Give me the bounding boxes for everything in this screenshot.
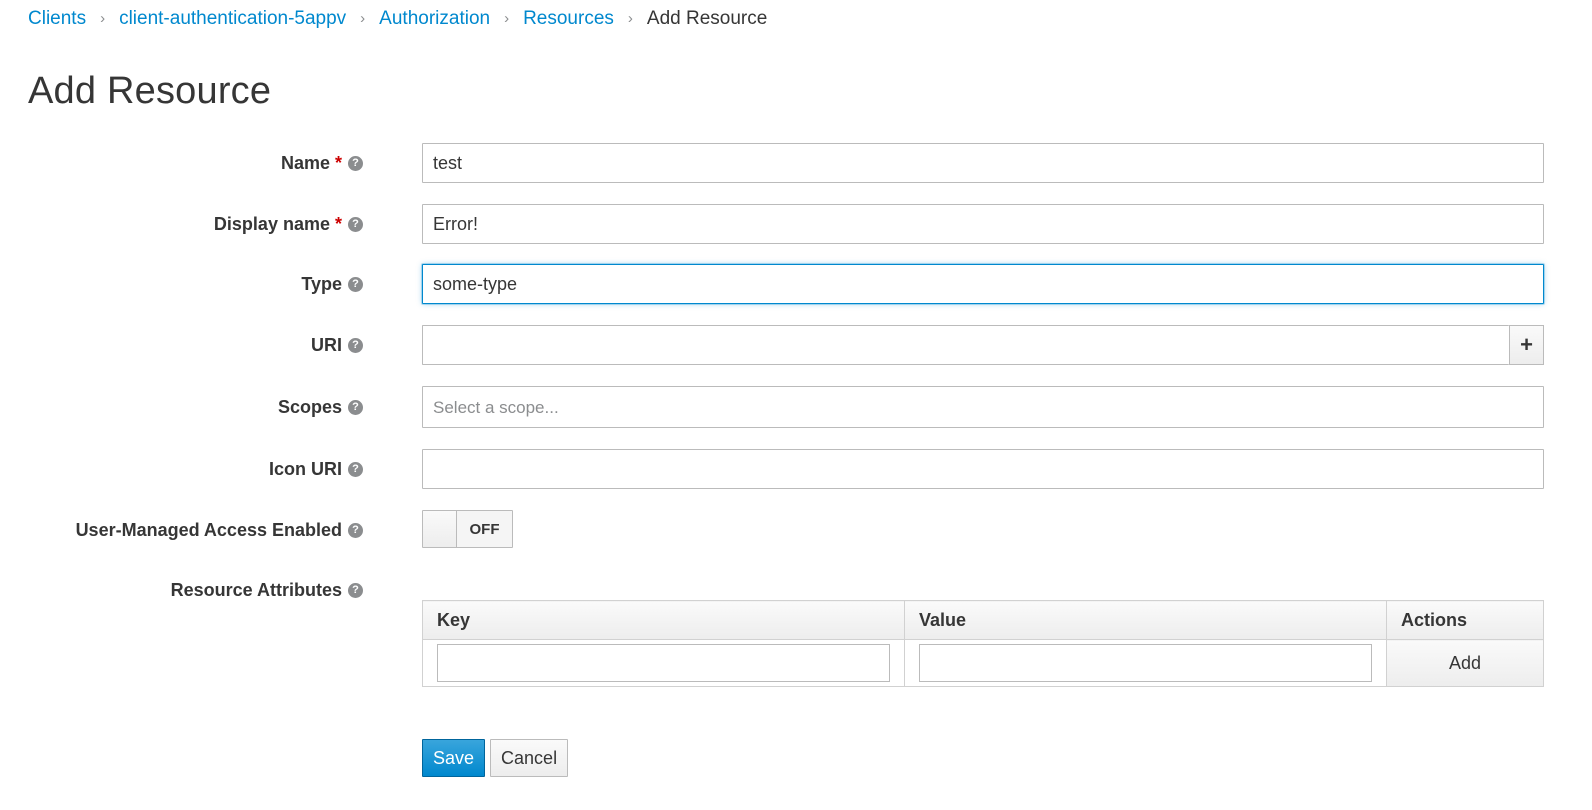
- help-icon[interactable]: ?: [348, 399, 363, 415]
- breadcrumb: Clients › client-authentication-5appv › …: [28, 6, 767, 32]
- type-input[interactable]: [422, 264, 1544, 304]
- breadcrumb-client[interactable]: client-authentication-5appv: [119, 6, 346, 32]
- display-name-label: Display name * ?: [214, 204, 363, 244]
- column-header-value: Value: [904, 600, 1387, 640]
- uri-row: URI ? +: [0, 325, 1592, 365]
- scopes-row: Scopes ?: [0, 386, 1592, 428]
- breadcrumb-clients[interactable]: Clients: [28, 6, 86, 32]
- cancel-button[interactable]: Cancel: [490, 739, 569, 777]
- page-title: Add Resource: [28, 70, 272, 112]
- help-icon[interactable]: ?: [348, 216, 363, 232]
- column-header-key: Key: [422, 600, 905, 640]
- user-managed-label: User-Managed Access Enabled ?: [76, 510, 363, 550]
- user-managed-row: User-Managed Access Enabled ? OFF: [0, 510, 1592, 550]
- help-icon[interactable]: ?: [348, 582, 363, 598]
- save-button[interactable]: Save: [422, 739, 486, 777]
- column-header-actions: Actions: [1386, 600, 1544, 640]
- scopes-select[interactable]: [422, 386, 1544, 428]
- display-name-row: Display name * ?: [0, 204, 1592, 244]
- breadcrumb-separator: ›: [360, 10, 366, 27]
- icon-uri-row: Icon URI ?: [0, 449, 1592, 489]
- toggle-knob: [423, 511, 457, 547]
- help-icon[interactable]: ?: [348, 522, 363, 538]
- type-label: Type ?: [301, 264, 363, 304]
- breadcrumb-authorization[interactable]: Authorization: [379, 6, 490, 32]
- name-input[interactable]: [422, 143, 1544, 183]
- breadcrumb-separator: ›: [504, 10, 510, 27]
- add-attribute-button[interactable]: Add: [1386, 639, 1544, 687]
- breadcrumb-current: Add Resource: [646, 8, 768, 29]
- toggle-state: OFF: [457, 511, 512, 547]
- page: Clients › client-authentication-5appv › …: [0, 0, 1592, 810]
- attribute-key-input[interactable]: [437, 644, 890, 682]
- icon-uri-label: Icon URI ?: [269, 449, 363, 489]
- uri-label: URI ?: [311, 325, 363, 365]
- type-row: Type ?: [0, 264, 1592, 304]
- name-label: Name * ?: [281, 143, 363, 183]
- help-icon[interactable]: ?: [348, 155, 363, 171]
- required-marker: *: [334, 213, 342, 234]
- scopes-label: Scopes ?: [278, 386, 363, 428]
- help-icon[interactable]: ?: [348, 461, 363, 477]
- user-managed-toggle[interactable]: OFF: [422, 510, 513, 548]
- uri-input[interactable]: [422, 325, 1509, 365]
- breadcrumb-resources[interactable]: Resources: [523, 6, 614, 32]
- name-row: Name * ?: [0, 143, 1592, 183]
- breadcrumb-separator: ›: [100, 10, 106, 27]
- form-actions: Save Cancel: [422, 739, 569, 777]
- attributes-table: Key Value Actions Add: [422, 600, 1544, 687]
- help-icon[interactable]: ?: [348, 276, 363, 292]
- add-uri-button[interactable]: +: [1509, 325, 1544, 365]
- table-row: Add: [422, 639, 1544, 687]
- display-name-input[interactable]: [422, 204, 1544, 244]
- breadcrumb-separator: ›: [627, 10, 633, 27]
- required-marker: *: [334, 152, 342, 173]
- help-icon[interactable]: ?: [348, 337, 363, 353]
- attribute-value-input[interactable]: [919, 644, 1372, 682]
- attributes-label: Resource Attributes ?: [171, 570, 363, 610]
- plus-icon: +: [1520, 332, 1533, 357]
- icon-uri-input[interactable]: [422, 449, 1544, 489]
